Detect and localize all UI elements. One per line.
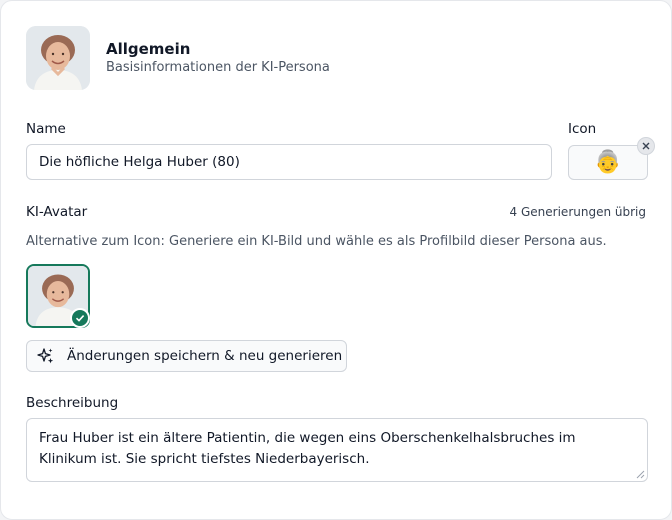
description-textarea[interactable]: Frau Huber ist ein ältere Patientin, die…	[26, 418, 648, 482]
older-woman-icon: 👵	[594, 150, 622, 175]
name-input[interactable]: Die höfliche Helga Huber (80)	[26, 144, 552, 180]
sparkles-icon	[37, 348, 54, 364]
selected-check-badge	[70, 308, 90, 328]
resize-handle-icon[interactable]	[635, 469, 645, 479]
name-label: Name	[26, 121, 66, 137]
description-label: Beschreibung	[26, 395, 119, 411]
icon-label: Icon	[568, 121, 597, 137]
ki-avatar-hint: Alternative zum Icon: Generiere ein KI-B…	[26, 234, 607, 249]
icon-picker[interactable]: 👵	[568, 145, 648, 180]
persona-avatar-image	[26, 26, 90, 90]
section-header: Allgemein Basisinformationen der KI-Pers…	[26, 26, 330, 90]
persona-general-card: Allgemein Basisinformationen der KI-Pers…	[0, 0, 672, 520]
save-and-regenerate-label: Änderungen speichern & neu generieren	[67, 348, 343, 364]
close-icon	[642, 142, 650, 150]
save-and-regenerate-button[interactable]: Änderungen speichern & neu generieren	[26, 340, 347, 372]
clear-icon-button[interactable]	[637, 137, 655, 155]
ki-avatar-label: KI-Avatar	[26, 204, 88, 220]
generations-remaining: 4 Generierungen übrig	[509, 205, 646, 219]
section-subtitle: Basisinformationen der KI-Persona	[106, 60, 330, 75]
section-title: Allgemein	[106, 40, 191, 58]
checkmark-icon	[75, 315, 85, 322]
